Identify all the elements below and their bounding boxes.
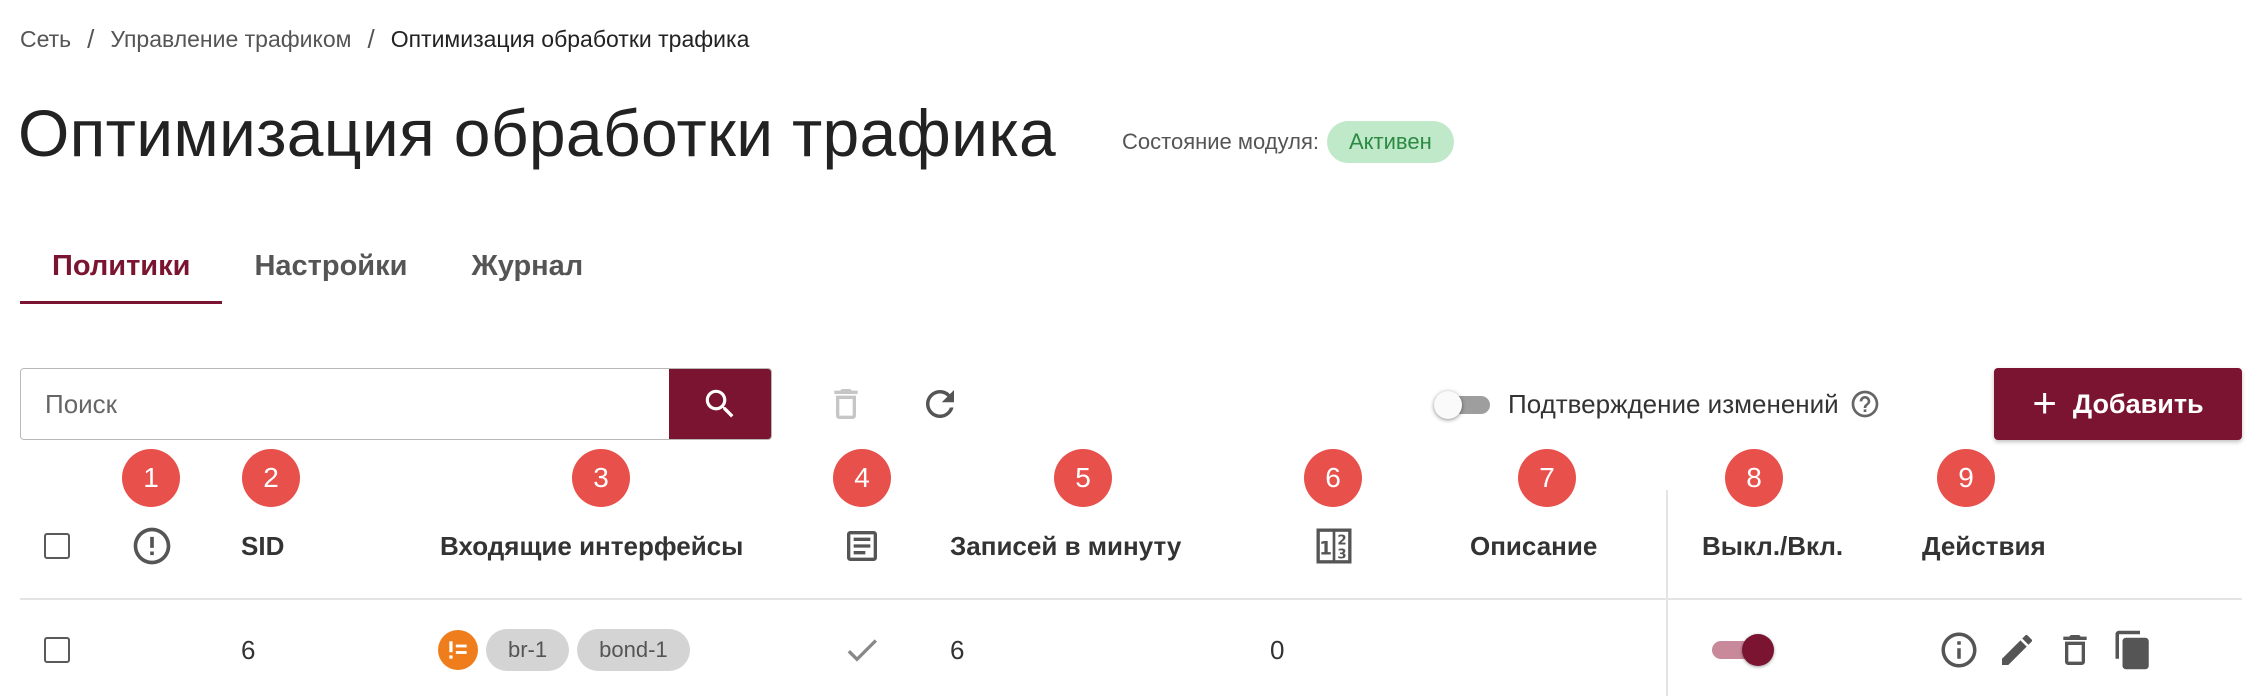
refresh-button[interactable] <box>912 378 968 430</box>
module-state: Состояние модуля: Активен <box>1122 120 1454 164</box>
alert-circle-outline-icon <box>133 527 171 565</box>
plus-icon: + <box>2032 378 2057 426</box>
search-box <box>20 368 772 440</box>
pencil-icon <box>2002 634 2033 665</box>
breadcrumb-item-traffic-management[interactable]: Управление трафиком <box>110 26 351 53</box>
row-checkbox[interactable] <box>44 637 70 663</box>
marker-4: 4 <box>833 449 891 507</box>
cell-records-per-minute: 6 <box>950 634 965 665</box>
header-logging[interactable] <box>842 524 882 568</box>
tab-journal[interactable]: Журнал <box>439 240 615 304</box>
status-badge: Активен <box>1326 121 1454 163</box>
search-button[interactable] <box>669 369 771 439</box>
refresh-icon <box>926 390 954 418</box>
svg-text:1: 1 <box>1319 538 1332 559</box>
info-icon <box>1941 632 1977 668</box>
column-divider <box>1666 490 1668 696</box>
tab-policies[interactable]: Политики <box>20 240 223 304</box>
copy-button[interactable] <box>2110 627 2156 673</box>
list-icon <box>449 641 467 659</box>
delete-selected-button[interactable] <box>820 378 872 430</box>
header-toggle: Выкл./Вкл. <box>1702 530 1844 561</box>
ordered-numbers-icon: 1 2 3 <box>1316 528 1352 564</box>
help-circle-icon[interactable] <box>1849 388 1881 420</box>
breadcrumb: Сеть / Управление трафиком / Оптимизация… <box>20 24 749 54</box>
copy-icon <box>2115 630 2149 670</box>
info-button[interactable] <box>1936 627 1982 673</box>
interface-type-icon <box>438 630 478 670</box>
marker-6: 6 <box>1304 449 1362 507</box>
module-state-label: Состояние модуля: <box>1122 129 1319 154</box>
table-header-divider <box>20 598 2242 600</box>
cell-actions <box>1936 628 2156 672</box>
svg-text:3: 3 <box>1337 548 1346 563</box>
marker-8: 8 <box>1725 449 1783 507</box>
marker-7: 7 <box>1518 449 1576 507</box>
trash-icon <box>834 389 858 419</box>
cell-priority: 0 <box>1270 634 1285 665</box>
confirm-changes-switch[interactable] <box>1434 389 1492 419</box>
header-incoming-interfaces[interactable]: Входящие интерфейсы <box>440 524 743 568</box>
add-button[interactable]: + Добавить <box>1994 368 2242 440</box>
edit-button[interactable] <box>1994 627 2040 673</box>
cell-logging <box>842 628 882 672</box>
breadcrumb-item-current: Оптимизация обработки трафика <box>390 25 750 52</box>
breadcrumb-item-network[interactable]: Сеть <box>20 26 71 53</box>
marker-2: 2 <box>242 449 300 507</box>
enable-switch[interactable] <box>1712 632 1778 668</box>
cell-sid: 6 <box>241 634 256 665</box>
interface-chip: bond-1 <box>577 629 690 671</box>
header-priority[interactable]: 1 2 3 <box>1314 524 1354 568</box>
search-icon <box>705 389 734 418</box>
header-description[interactable]: Описание <box>1470 524 1597 568</box>
header-sid[interactable]: SID <box>241 524 284 568</box>
select-all-checkbox[interactable] <box>44 533 70 559</box>
header-status[interactable] <box>130 524 174 568</box>
check-icon <box>847 639 877 662</box>
search-input[interactable] <box>21 369 669 439</box>
tab-settings[interactable]: Настройки <box>222 240 439 304</box>
tab-bar: Политики Настройки Журнал <box>20 240 615 304</box>
add-button-label: Добавить <box>2072 388 2204 419</box>
confirm-changes-label: Подтверждение изменений <box>1508 388 1839 419</box>
interface-chip: br-1 <box>486 629 570 671</box>
delete-button[interactable] <box>2052 627 2098 673</box>
svg-text:2: 2 <box>1337 533 1346 548</box>
cell-incoming-interfaces: br-1 bond-1 <box>438 628 698 672</box>
breadcrumb-separator: / <box>367 23 375 54</box>
page-title: Оптимизация обработки трафика <box>18 96 1056 170</box>
header-actions: Действия <box>1922 530 2046 561</box>
confirm-changes-toggle: Подтверждение изменений <box>1434 382 1881 426</box>
switch-knob <box>1742 634 1774 666</box>
row-select-cell <box>44 628 70 672</box>
trash-icon <box>2063 635 2087 665</box>
marker-5: 5 <box>1054 449 1112 507</box>
document-icon <box>847 531 877 561</box>
switch-knob <box>1434 391 1462 419</box>
select-all-cell <box>44 524 70 568</box>
marker-9: 9 <box>1937 449 1995 507</box>
marker-3: 3 <box>572 449 630 507</box>
header-records-per-minute[interactable]: Записей в минуту <box>950 524 1181 568</box>
breadcrumb-separator: / <box>87 23 95 54</box>
cell-toggle <box>1712 628 1778 672</box>
marker-1: 1 <box>122 449 180 507</box>
